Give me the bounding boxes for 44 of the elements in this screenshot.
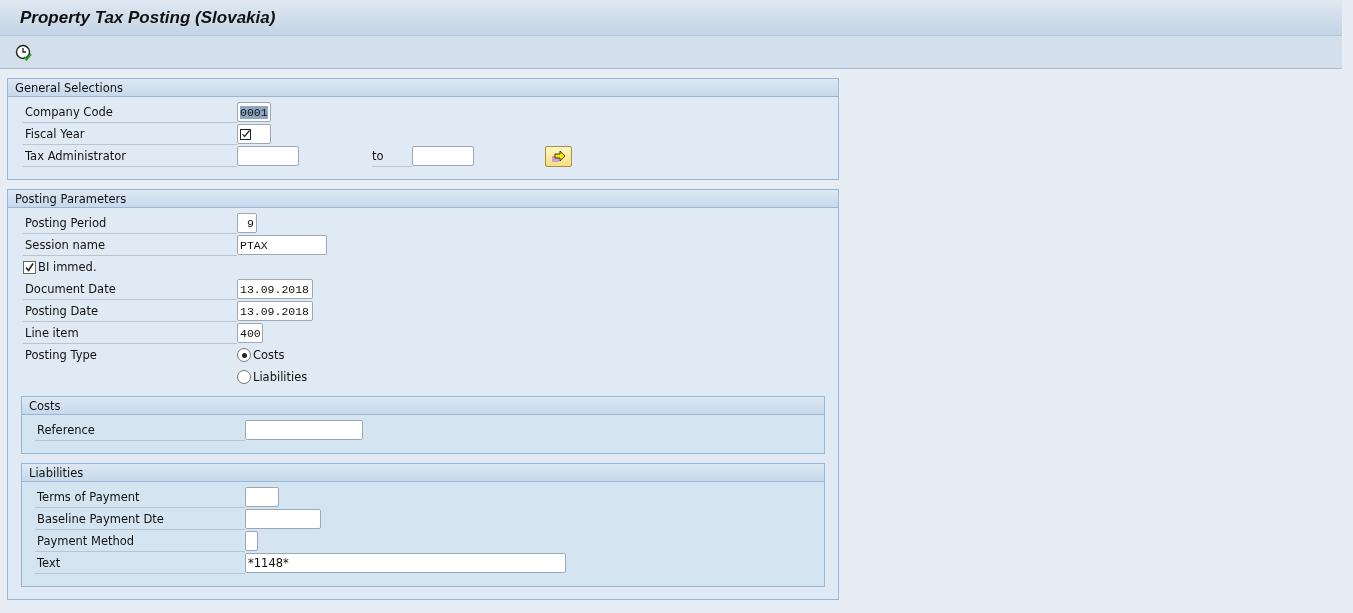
input-field[interactable]	[245, 531, 258, 551]
section-title: Liabilities	[29, 465, 84, 480]
field-label: Company Code	[25, 104, 113, 119]
checkbox-label: BI immed.	[38, 260, 97, 274]
section-title: General Selections	[15, 80, 123, 95]
checkbox[interactable]	[23, 260, 36, 274]
arrow-icon	[551, 149, 566, 163]
section-title: Costs	[29, 398, 61, 413]
input-field[interactable]: 400	[237, 323, 263, 343]
field-label: Session name	[25, 237, 106, 252]
field-label: Terms of Payment	[37, 489, 140, 504]
field-label: Baseline Payment Dte	[37, 511, 164, 526]
input-field[interactable]	[237, 124, 271, 144]
input-field[interactable]	[245, 487, 279, 507]
field-label: Reference	[37, 422, 95, 437]
to-label: to	[372, 148, 384, 163]
field-label: Posting Date	[25, 303, 98, 318]
multiple-selection-button[interactable]	[545, 145, 572, 167]
field-label: Payment Method	[37, 533, 135, 548]
field-label: Fiscal Year	[25, 126, 85, 141]
field-label: Tax Administrator	[25, 148, 127, 163]
clock-check-icon	[15, 43, 32, 61]
input-field[interactable]	[412, 146, 474, 166]
execute-button[interactable]	[14, 42, 33, 62]
input-field[interactable]: *1148*	[245, 553, 566, 573]
input-field[interactable]: 13.09.2018	[237, 279, 313, 299]
input-field[interactable]: 13.09.2018	[237, 301, 313, 321]
input-field[interactable]: 9	[237, 213, 257, 233]
input-field[interactable]	[245, 420, 363, 440]
section-title: Posting Parameters	[15, 191, 127, 206]
field-label: Line item	[25, 325, 79, 340]
radio-label: Costs	[253, 348, 285, 362]
input-field[interactable]	[245, 509, 321, 529]
radio-button[interactable]	[237, 370, 251, 384]
field-label: Posting Type	[25, 348, 97, 362]
radio-button[interactable]	[237, 348, 251, 362]
field-label: Document Date	[25, 281, 116, 296]
input-field[interactable]: 0001	[237, 102, 271, 122]
field-label: Posting Period	[25, 215, 107, 230]
input-field[interactable]: PTAX	[237, 235, 327, 255]
field-label: Text	[37, 555, 61, 570]
input-field[interactable]	[237, 146, 299, 166]
radio-label: Liabilities	[253, 370, 308, 384]
window-title: Property Tax Posting (Slovakia)	[20, 7, 276, 28]
